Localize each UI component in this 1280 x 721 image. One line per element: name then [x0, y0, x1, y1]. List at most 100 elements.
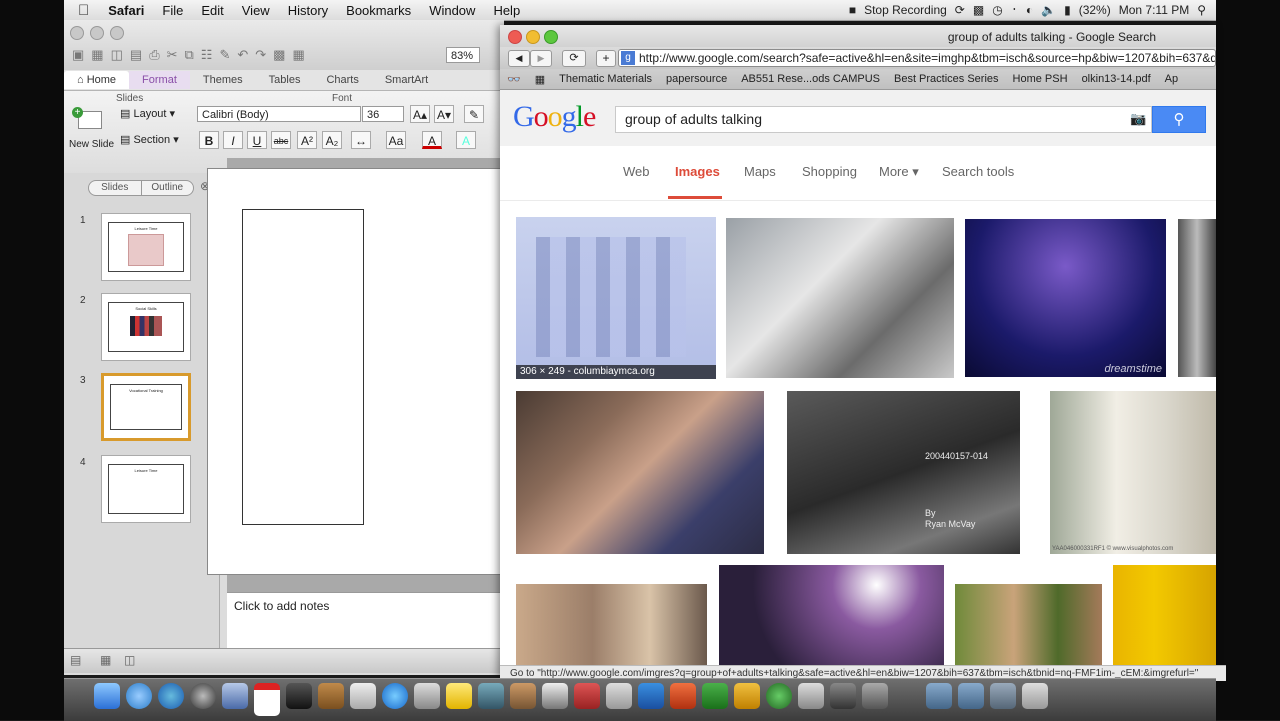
folder-icon[interactable] [926, 683, 952, 709]
address-bar[interactable]: g http://www.google.com/search?safe=acti… [618, 49, 1216, 67]
bookmark-item[interactable]: papersource [659, 73, 734, 85]
photos-icon[interactable] [350, 683, 376, 709]
template-icon[interactable]: ▦ [91, 47, 103, 63]
spotlight-icon[interactable]: ⚲ [1197, 3, 1206, 17]
copy-icon[interactable]: ⧉ [185, 47, 194, 63]
camera-icon[interactable]: 📷 [1130, 111, 1146, 127]
reload-icon[interactable]: ⟳ [562, 50, 586, 67]
bluetooth-icon[interactable]: ᛫ [1011, 3, 1018, 17]
image-result[interactable] [516, 391, 764, 554]
app-icon[interactable] [830, 683, 856, 709]
italic-icon[interactable]: I [223, 131, 243, 149]
menu-bookmarks[interactable]: Bookmarks [337, 3, 420, 18]
normal-view-icon[interactable]: ▤ [70, 653, 81, 667]
forward-button[interactable]: ▶ [530, 50, 552, 67]
calendar-icon[interactable] [254, 683, 280, 716]
image-result[interactable] [719, 565, 944, 665]
preview-icon[interactable] [222, 683, 248, 709]
text-effects-icon[interactable]: A [456, 131, 476, 149]
clear-format-icon[interactable]: ✎ [464, 105, 484, 123]
tab-themes[interactable]: Themes [190, 74, 256, 86]
reading-list-icon[interactable]: 👓 [500, 73, 528, 86]
menu-file[interactable]: File [153, 3, 192, 18]
downloads-icon[interactable] [958, 683, 984, 709]
format-painter-icon[interactable]: ✎ [219, 47, 230, 63]
tab-slides-pane[interactable]: Slides [89, 181, 141, 195]
print-icon[interactable]: ⎙ [149, 47, 159, 63]
section-button[interactable]: ▤ Section ▾ [120, 133, 179, 146]
photo-booth-icon[interactable] [574, 683, 600, 709]
garageband-icon[interactable] [510, 683, 536, 709]
stickies-icon[interactable] [446, 683, 472, 709]
strikethrough-icon[interactable]: abc [271, 131, 291, 149]
bookmark-item[interactable]: Home PSH [1006, 73, 1075, 85]
bookmark-item[interactable]: Best Practices Series [887, 73, 1006, 85]
add-bookmark-button[interactable]: + [596, 50, 616, 67]
itunes-icon[interactable] [382, 683, 408, 709]
wifi-icon[interactable]: ◐ [1026, 3, 1033, 17]
apple-icon[interactable]:  [64, 2, 99, 19]
underline-icon[interactable]: U [247, 131, 267, 149]
slide-canvas[interactable] [207, 168, 506, 575]
image-result[interactable]: 200440157-014 By Ryan McVay [787, 391, 1020, 554]
dashboard-icon[interactable] [190, 683, 216, 709]
notes-app-icon[interactable] [318, 683, 344, 709]
image-result[interactable] [1178, 219, 1216, 377]
system-prefs-icon[interactable] [542, 683, 568, 709]
zoom-field[interactable]: 83% [446, 47, 480, 63]
app-icon[interactable] [606, 683, 632, 709]
top-sites-icon[interactable]: ▦ [528, 73, 552, 86]
image-result[interactable] [516, 584, 707, 665]
open-icon[interactable]: ◫ [111, 47, 123, 63]
font-name-field[interactable]: Calibri (Body) [197, 106, 361, 122]
tab-smartart[interactable]: SmartArt [372, 74, 441, 86]
tab-more[interactable]: More ▾ [879, 164, 919, 180]
menu-history[interactable]: History [279, 3, 337, 18]
menu-view[interactable]: View [233, 3, 279, 18]
app-icon[interactable] [798, 683, 824, 709]
new-slide-icon[interactable]: + [70, 107, 106, 137]
bold-icon[interactable]: B [199, 131, 219, 149]
new-doc-icon[interactable]: ▣ [72, 47, 84, 63]
display-icon[interactable]: ▩ [973, 3, 984, 17]
image-result[interactable] [1113, 565, 1216, 665]
stop-recording[interactable]: Stop Recording [864, 3, 947, 17]
tab-charts[interactable]: Charts [313, 74, 371, 86]
app-icon[interactable] [766, 683, 792, 709]
tab-outline-pane[interactable]: Outline [140, 181, 194, 195]
sorter-view-icon[interactable]: ▦ [100, 653, 111, 667]
undo-icon[interactable]: ↶ [237, 47, 248, 63]
documents-icon[interactable] [990, 683, 1016, 709]
tab-web[interactable]: Web [623, 164, 650, 179]
google-search-input[interactable]: group of adults talking [615, 106, 1152, 133]
calculator-icon[interactable] [414, 683, 440, 709]
google-logo[interactable]: Google [513, 100, 596, 134]
slide-thumbnail-1[interactable]: Leisure Time [101, 213, 191, 281]
search-button[interactable]: ⚲ [1152, 106, 1206, 133]
image-result[interactable]: 306 × 249 - columbiaymca.org [516, 217, 716, 379]
superscript-icon[interactable]: A² [297, 131, 317, 149]
slide-thumbnail-3[interactable]: Vocational Training [101, 373, 191, 441]
slide-icon[interactable]: ▩ [273, 47, 285, 63]
slide-placeholder-box[interactable] [242, 209, 364, 525]
image-result[interactable] [726, 218, 954, 378]
outlook-icon[interactable] [734, 683, 760, 709]
volume-icon[interactable]: 🔈 [1041, 3, 1056, 17]
font-color-icon[interactable]: A [422, 131, 442, 149]
iphoto-icon[interactable] [478, 683, 504, 709]
bookmark-item[interactable]: olkin13-14.pdf [1075, 73, 1158, 85]
paste-icon[interactable]: ☷ [201, 47, 213, 63]
app-store-icon[interactable] [158, 683, 184, 709]
facetime-icon[interactable] [286, 683, 312, 709]
menu-help[interactable]: Help [484, 3, 529, 18]
word-icon[interactable] [638, 683, 664, 709]
zoom-icon[interactable] [110, 26, 124, 40]
layout-button[interactable]: ▤ Layout ▾ [120, 107, 175, 120]
menu-edit[interactable]: Edit [192, 3, 232, 18]
sync-icon[interactable]: ⟳ [955, 3, 965, 17]
finder-icon[interactable] [94, 683, 120, 709]
menu-app-name[interactable]: Safari [99, 3, 153, 18]
excel-icon[interactable] [702, 683, 728, 709]
notes-field[interactable]: Click to add notes [227, 592, 504, 648]
tab-format[interactable]: Format [129, 71, 190, 89]
